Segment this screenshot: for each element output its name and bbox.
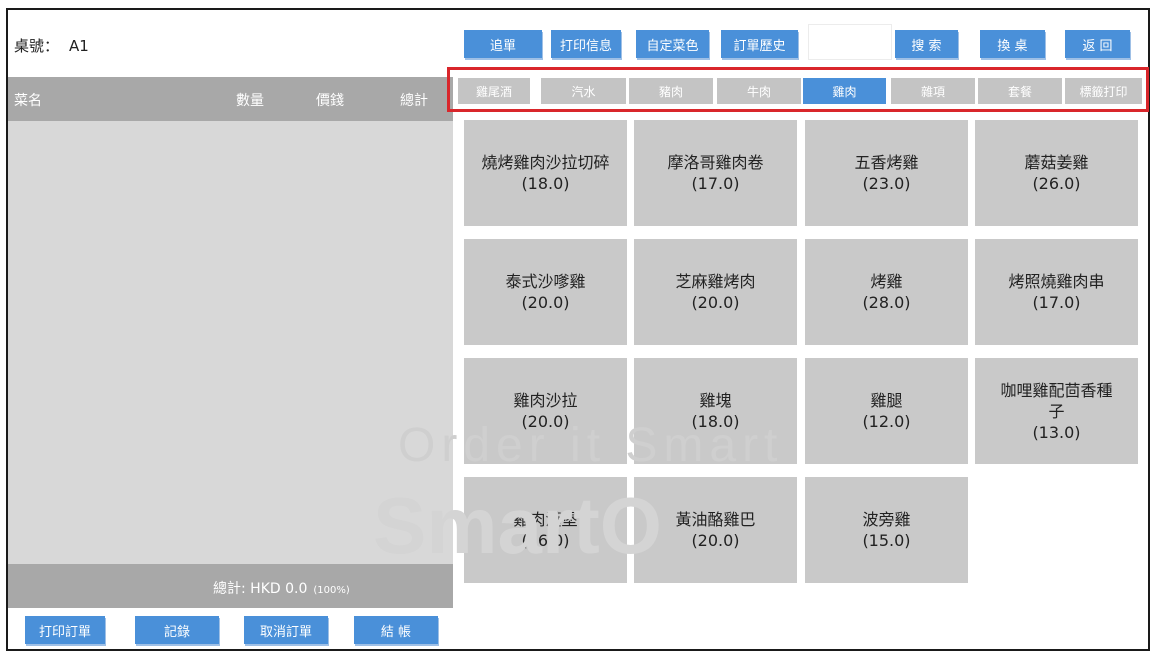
cancel-order-button[interactable]: 取消訂單 <box>244 616 328 644</box>
dish-price: (20.0) <box>521 412 570 431</box>
order-list[interactable] <box>8 121 453 564</box>
dish-name: 烤照燒雞肉串 <box>1008 272 1105 291</box>
dish-item[interactable]: 雞腿 (12.0) <box>805 358 968 464</box>
search-button[interactable]: 搜 索 <box>895 30 958 58</box>
custom-color-button[interactable]: 自定菜色 <box>636 30 709 58</box>
tab-cocktails[interactable]: 雞尾酒 <box>458 78 530 104</box>
dish-name: 波旁雞 <box>862 510 911 529</box>
tab-soda[interactable]: 汽水 <box>541 78 626 104</box>
dish-item[interactable]: 芝麻雞烤肉 (20.0) <box>634 239 797 345</box>
dish-name: 蘑菇姜雞 <box>1024 153 1089 172</box>
tab-beef[interactable]: 牛肉 <box>717 78 801 104</box>
dish-item[interactable]: 咖哩雞配茴香種子 (13.0) <box>975 358 1138 464</box>
order-list-header: 菜名 數量 價錢 總計 <box>8 77 453 121</box>
print-info-button[interactable]: 打印信息 <box>551 30 621 58</box>
dish-item[interactable]: 雞塊 (18.0) <box>634 358 797 464</box>
dish-name: 芝麻雞烤肉 <box>675 272 756 291</box>
order-total-percent: (100%) <box>313 585 350 596</box>
dish-item[interactable]: 波旁雞 (15.0) <box>805 477 968 583</box>
dish-item[interactable]: 燒烤雞肉沙拉切碎 (18.0) <box>464 120 627 226</box>
dish-item[interactable]: 五香烤雞 (23.0) <box>805 120 968 226</box>
tab-pork[interactable]: 豬肉 <box>629 78 713 104</box>
tab-set-meals[interactable]: 套餐 <box>978 78 1062 104</box>
order-total: 總計: HKD 0.0 <box>213 581 308 597</box>
table-number-label: 桌號： <box>14 37 60 55</box>
dish-name: 雞腿 <box>870 391 903 410</box>
records-button[interactable]: 記錄 <box>135 616 219 644</box>
dish-item[interactable]: 雞肉沙拉 (20.0) <box>464 358 627 464</box>
dish-price: (17.0) <box>1032 293 1081 312</box>
print-order-button[interactable]: 打印訂單 <box>25 616 105 644</box>
dish-price: (20.0) <box>691 293 740 312</box>
search-input[interactable] <box>808 24 892 60</box>
dish-item[interactable]: 蘑菇姜雞 (26.0) <box>975 120 1138 226</box>
back-button[interactable]: 返 回 <box>1065 30 1130 58</box>
order-total-bar: 總計: HKD 0.0 (100%) <box>8 564 453 608</box>
tab-misc[interactable]: 雜項 <box>891 78 975 104</box>
col-quantity: 數量 <box>236 93 264 109</box>
dish-price: (13.0) <box>1032 422 1081 442</box>
col-dish-name: 菜名 <box>14 93 42 109</box>
tab-label-print[interactable]: 標籤打印 <box>1065 78 1142 104</box>
dish-item[interactable]: 烤雞 (28.0) <box>805 239 968 345</box>
dish-price: (15.0) <box>862 531 911 550</box>
dish-price: (16.0) <box>521 531 570 550</box>
col-total: 總計 <box>400 93 428 109</box>
dish-name: 泰式沙嗲雞 <box>505 272 586 291</box>
dish-price: (17.0) <box>691 174 740 193</box>
col-price: 價錢 <box>316 93 344 109</box>
dish-price: (26.0) <box>1032 174 1081 193</box>
dish-price: (20.0) <box>521 293 570 312</box>
table-number: 桌號： A1 <box>14 35 89 56</box>
dish-name: 雞肉漢堡 <box>513 510 578 529</box>
dish-price: (18.0) <box>691 412 740 431</box>
dish-name: 咖哩雞配茴香種子 <box>1000 380 1113 421</box>
dish-name: 雞肉沙拉 <box>513 391 578 410</box>
dish-price: (23.0) <box>862 174 911 193</box>
dish-price: (20.0) <box>691 531 740 550</box>
dish-name: 黃油酪雞巴 <box>675 510 756 529</box>
checkout-button[interactable]: 結 帳 <box>354 616 438 644</box>
dish-name: 燒烤雞肉沙拉切碎 <box>481 153 610 172</box>
dish-item[interactable]: 黃油酪雞巴 (20.0) <box>634 477 797 583</box>
dish-item[interactable]: 烤照燒雞肉串 (17.0) <box>975 239 1138 345</box>
dish-price: (12.0) <box>862 412 911 431</box>
table-number-value: A1 <box>69 37 89 55</box>
dish-name: 摩洛哥雞肉卷 <box>667 153 764 172</box>
order-history-button[interactable]: 訂單歷史 <box>721 30 798 58</box>
dish-name: 烤雞 <box>870 272 903 291</box>
dish-item[interactable]: 雞肉漢堡 (16.0) <box>464 477 627 583</box>
app-window: 桌號： A1 菜名 數量 價錢 總計 總計: HKD 0.0 (100%) 打印訂單… <box>6 8 1150 651</box>
dish-item[interactable]: 泰式沙嗲雞 (20.0) <box>464 239 627 345</box>
tab-chicken[interactable]: 雞肉 <box>803 78 886 104</box>
add-order-button[interactable]: 追單 <box>464 30 542 58</box>
dish-name: 雞塊 <box>699 391 732 410</box>
dish-price: (28.0) <box>862 293 911 312</box>
dish-item[interactable]: 摩洛哥雞肉卷 (17.0) <box>634 120 797 226</box>
dish-price: (18.0) <box>521 174 570 193</box>
change-table-button[interactable]: 換 桌 <box>980 30 1045 58</box>
dish-name: 五香烤雞 <box>854 153 919 172</box>
